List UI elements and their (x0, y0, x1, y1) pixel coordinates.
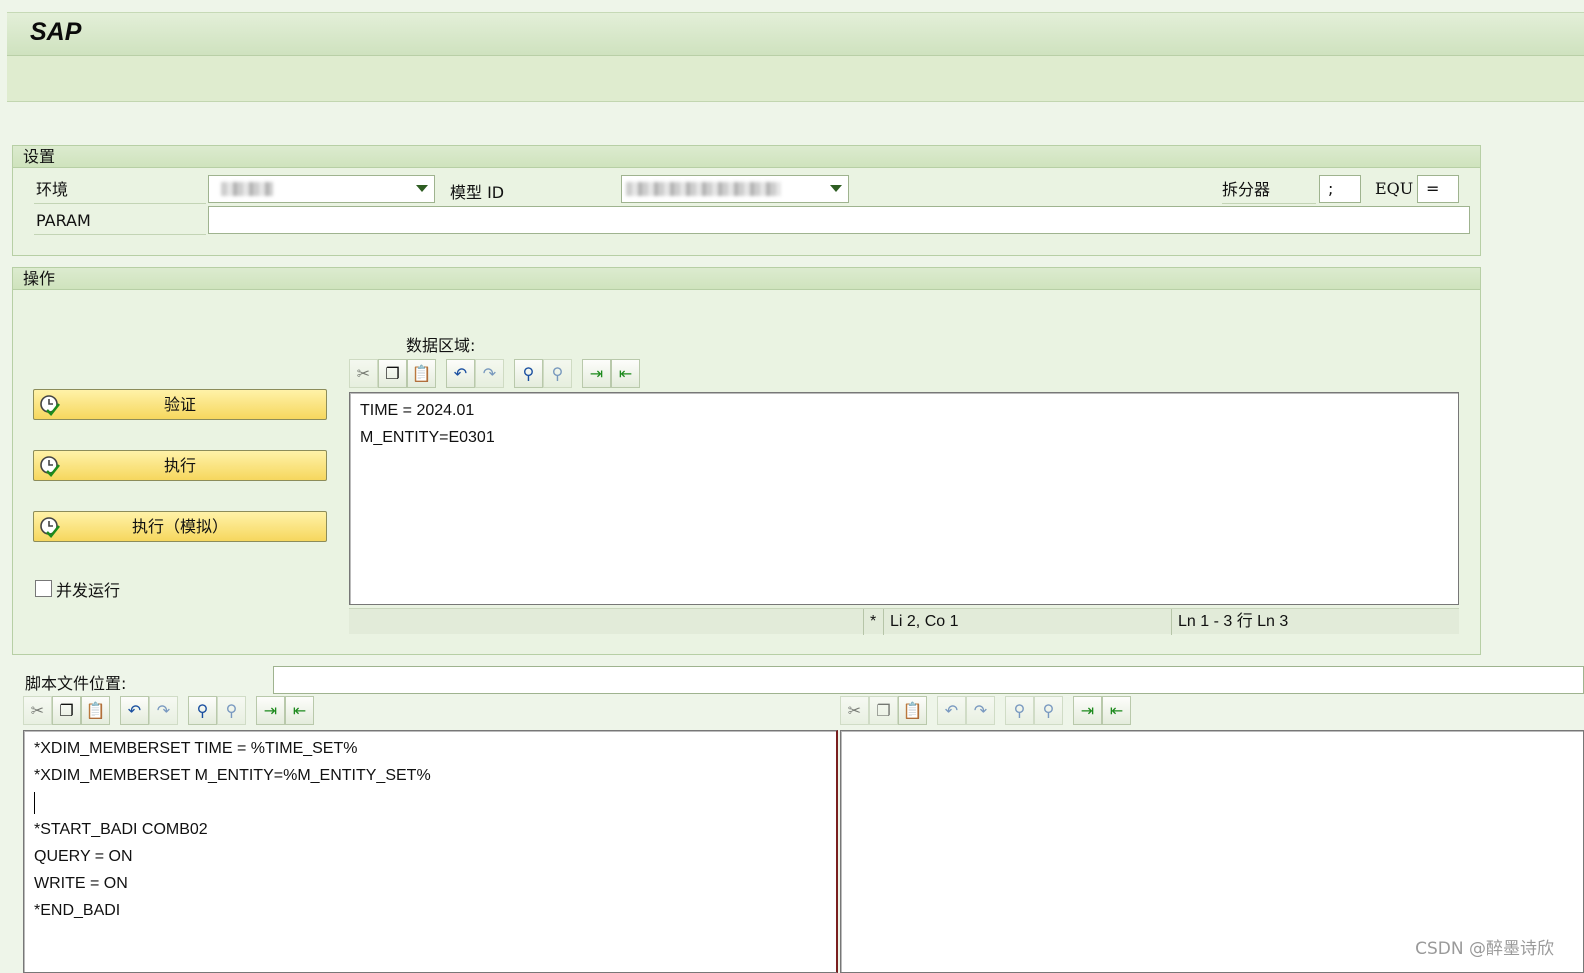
paste-icon[interactable]: 📋 (407, 359, 436, 388)
execute-button[interactable]: 执行 (33, 450, 327, 481)
import-icon[interactable]: ⇥ (1073, 696, 1102, 725)
script-line: *XDIM_MEMBERSET M_ENTITY=%M_ENTITY_SET% (34, 767, 431, 784)
application-toolbar (7, 56, 1584, 102)
cut-icon[interactable]: ✂ (840, 696, 869, 725)
sap-logo: SAP (30, 18, 82, 46)
paste-icon[interactable]: 📋 (81, 696, 110, 725)
settings-group-title: 设置 (13, 146, 1480, 168)
simulate-label: 执行（模拟） (131, 517, 228, 536)
copy-icon[interactable]: ❐ (52, 696, 81, 725)
splitter-label: 拆分器 (1222, 178, 1316, 204)
chevron-down-icon[interactable] (830, 185, 842, 192)
execute-clock-icon (40, 456, 61, 477)
redo-icon[interactable]: ↷ (475, 359, 504, 388)
env-value-redacted (221, 182, 273, 196)
script-editor[interactable]: *XDIM_MEMBERSET TIME = %TIME_SET% *XDIM_… (23, 730, 838, 973)
param-label: PARAM (34, 210, 206, 235)
redo-icon[interactable]: ↷ (149, 696, 178, 725)
param-input[interactable] (208, 206, 1470, 234)
data-editor-toolbar: ✂ ❐ 📋 ↶ ↷ ⚲ ⚲ ⇥ ⇤ (349, 359, 640, 389)
watermark: CSDN @醉墨诗欣 (1415, 939, 1554, 959)
output-editor-toolbar: ✂ ❐ 📋 ↶ ↷ ⚲ ⚲ ⇥ ⇤ (840, 696, 1131, 726)
script-line: QUERY = ON (34, 848, 133, 865)
equ-input[interactable]: = (1417, 175, 1459, 203)
splitter-input[interactable]: ; (1319, 175, 1361, 203)
title-bar (7, 12, 1584, 56)
script-editor-toolbar: ✂ ❐ 📋 ↶ ↷ ⚲ ⚲ ⇥ ⇤ (23, 696, 314, 726)
script-path-input[interactable] (273, 666, 1584, 694)
copy-icon[interactable]: ❐ (869, 696, 898, 725)
export-icon[interactable]: ⇤ (285, 696, 314, 725)
script-path-label: 脚本文件位置: (25, 674, 127, 693)
find-next-icon[interactable]: ⚲ (543, 359, 572, 388)
undo-icon[interactable]: ↶ (446, 359, 475, 388)
data-region-editor[interactable]: TIME = 2024.01 M_ENTITY=E0301 (349, 392, 1459, 605)
env-label: 环境 (34, 178, 206, 204)
execute-clock-icon (40, 395, 61, 416)
data-region-label: 数据区域: (406, 336, 476, 355)
import-icon[interactable]: ⇥ (582, 359, 611, 388)
find-icon[interactable]: ⚲ (514, 359, 543, 388)
script-line: *END_BADI (34, 902, 121, 919)
copy-icon[interactable]: ❐ (378, 359, 407, 388)
script-line: *XDIM_MEMBERSET TIME = %TIME_SET% (34, 740, 358, 757)
model-id-value-redacted (626, 182, 781, 196)
env-combobox[interactable] (208, 175, 435, 203)
execute-clock-icon (40, 517, 61, 538)
model-id-label: 模型 ID (450, 183, 505, 202)
paste-icon[interactable]: 📋 (898, 696, 927, 725)
export-icon[interactable]: ⇤ (611, 359, 640, 388)
status-modified-marker: * (863, 609, 883, 635)
validate-label: 验证 (163, 395, 196, 414)
find-icon[interactable]: ⚲ (1005, 696, 1034, 725)
equ-label: EQU (1375, 179, 1414, 198)
status-cursor-position: Li 2, Co 1 (883, 609, 1171, 635)
parallel-run-checkbox[interactable] (35, 580, 52, 597)
data-line: TIME = 2024.01 (360, 402, 475, 419)
script-line: *START_BADI COMB02 (34, 821, 208, 838)
data-line: M_ENTITY=E0301 (360, 429, 495, 446)
undo-icon[interactable]: ↶ (120, 696, 149, 725)
find-next-icon[interactable]: ⚲ (217, 696, 246, 725)
text-caret (34, 791, 35, 814)
redo-icon[interactable]: ↷ (966, 696, 995, 725)
cut-icon[interactable]: ✂ (23, 696, 52, 725)
script-line-cursor (34, 789, 826, 816)
model-id-combobox[interactable] (621, 175, 849, 203)
import-icon[interactable]: ⇥ (256, 696, 285, 725)
cut-icon[interactable]: ✂ (349, 359, 378, 388)
chevron-down-icon[interactable] (416, 185, 428, 192)
export-icon[interactable]: ⇤ (1102, 696, 1131, 725)
find-icon[interactable]: ⚲ (188, 696, 217, 725)
operations-group-title: 操作 (13, 268, 1480, 290)
execute-label: 执行 (163, 456, 196, 475)
validate-button[interactable]: 验证 (33, 389, 327, 420)
status-line-range: Ln 1 - 3 行 Ln 3 (1171, 609, 1459, 635)
script-line: WRITE = ON (34, 875, 128, 892)
find-next-icon[interactable]: ⚲ (1034, 696, 1063, 725)
simulate-button[interactable]: 执行（模拟） (33, 511, 327, 542)
data-editor-statusbar: * Li 2, Co 1 Ln 1 - 3 行 Ln 3 (349, 608, 1459, 635)
parallel-run-label: 并发运行 (56, 581, 121, 600)
undo-icon[interactable]: ↶ (937, 696, 966, 725)
